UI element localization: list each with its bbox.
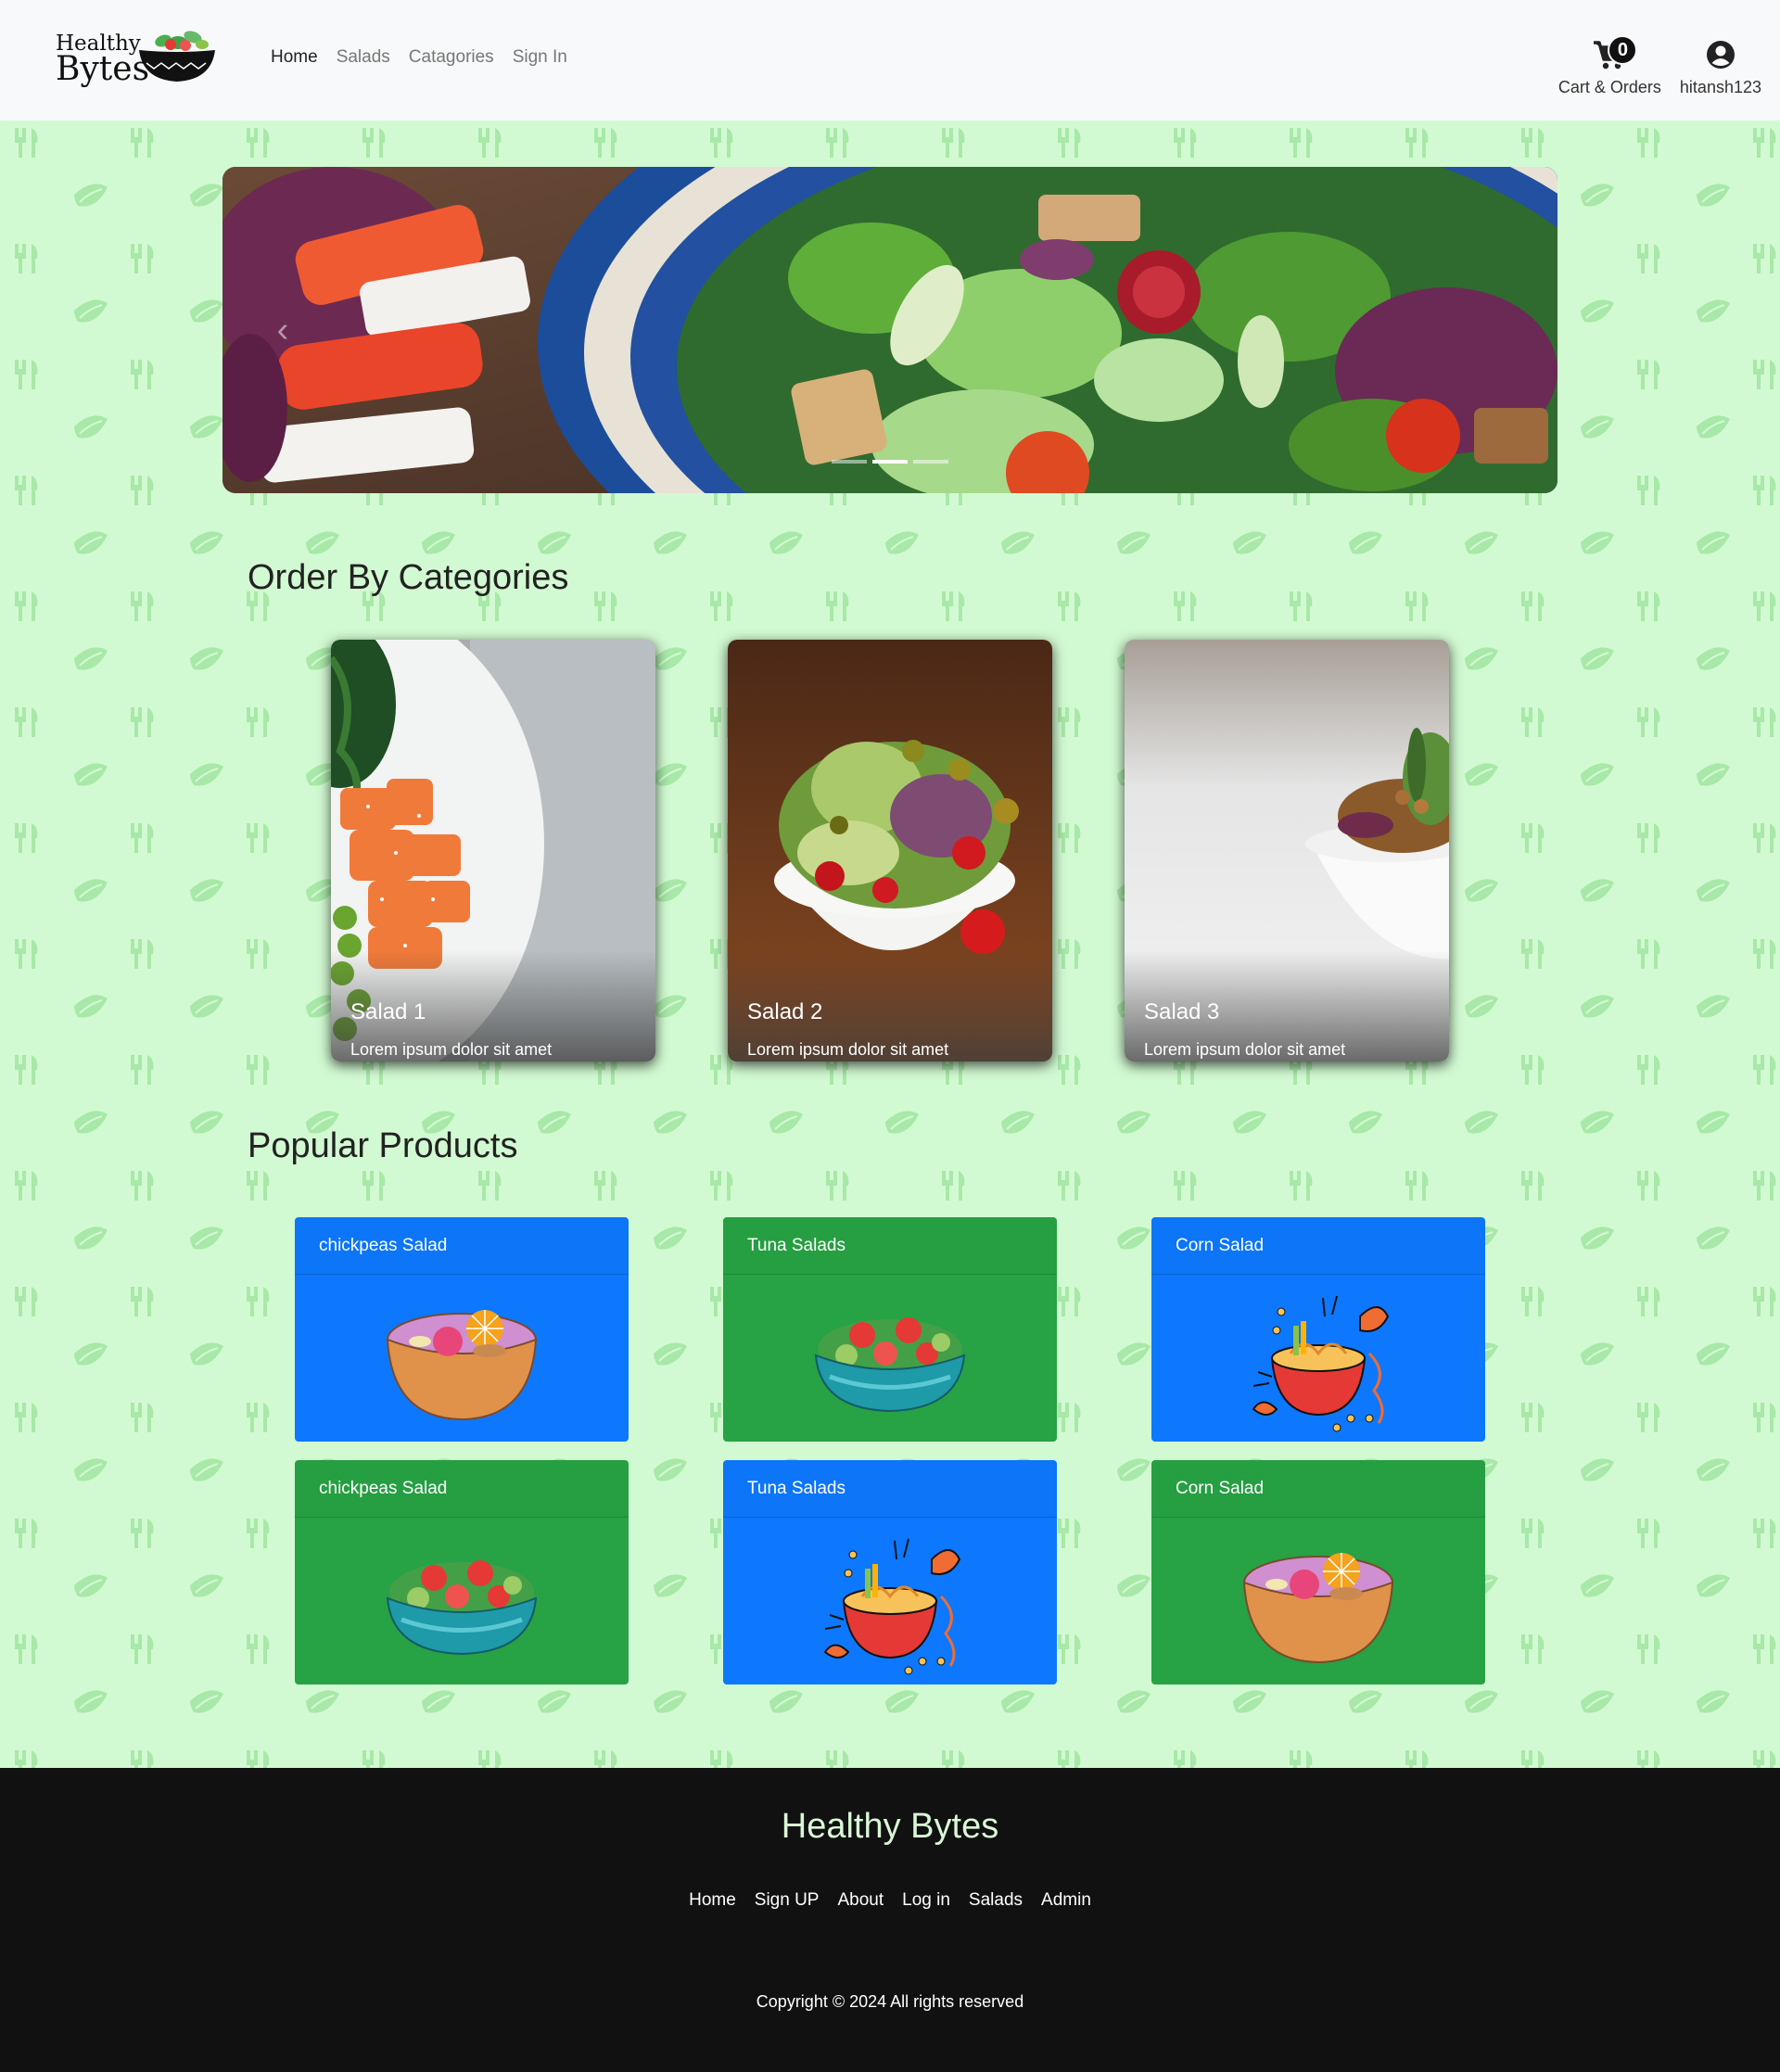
- footer-link-admin[interactable]: Admin: [1041, 1890, 1091, 1911]
- nav-link-home[interactable]: Home: [271, 47, 318, 68]
- carousel-indicator-2[interactable]: [872, 460, 908, 464]
- product-card-5-title: Tuna Salads: [723, 1460, 1057, 1518]
- product-card-6-title: Corn Salad: [1151, 1460, 1485, 1518]
- product-card-4[interactable]: chickpeas Salad: [295, 1460, 629, 1684]
- footer-link-log-in[interactable]: Log in: [902, 1890, 950, 1911]
- nav-link-sign-in[interactable]: Sign In: [513, 47, 567, 68]
- carousel-indicators: [832, 460, 948, 464]
- footer-link-home[interactable]: Home: [689, 1890, 736, 1911]
- carousel-prev-button[interactable]: ‹: [222, 167, 343, 493]
- salad-bowl-logo-icon: [139, 31, 215, 82]
- footer-links: Home Sign UP About Log in Salads Admin: [0, 1890, 1780, 1911]
- category-card-3-text: Lorem ipsum dolor sit amet: [1144, 1040, 1346, 1059]
- product-card-3-title: Corn Salad: [1151, 1217, 1485, 1275]
- carousel-indicator-1[interactable]: [832, 460, 867, 464]
- popular-products-title: Popular Products: [248, 1126, 518, 1165]
- category-card-3[interactable]: Salad 3 Lorem ipsum dolor sit amet: [1125, 640, 1449, 1061]
- product-card-4-title: chickpeas Salad: [295, 1460, 629, 1518]
- fruit-bowl-icon: [1242, 1553, 1394, 1664]
- footer-brand: Healthy Bytes: [781, 1807, 999, 1846]
- footer-link-about[interactable]: About: [837, 1890, 884, 1911]
- fruit-bowl-icon: [386, 1310, 538, 1421]
- footer-copyright: Copyright © 2024 All rights reserved: [756, 1992, 1024, 2011]
- navbar: Healthy Bytes Home Salads Catagories Sig…: [0, 0, 1780, 121]
- nav-links: Home Salads Catagories Sign In: [271, 47, 567, 68]
- category-card-1-title: Salad 1: [350, 999, 426, 1024]
- product-card-1[interactable]: chickpeas Salad: [295, 1217, 629, 1442]
- nav-link-salads[interactable]: Salads: [337, 47, 390, 68]
- salad-bowl-icon: [814, 1317, 966, 1413]
- cart-orders-button[interactable]: 0 Cart & Orders: [1558, 33, 1661, 97]
- chevron-left-icon: ‹: [276, 310, 289, 350]
- categories-title: Order By Categories: [248, 558, 569, 597]
- nav-actions: 0 Cart & Orders hitansh123: [1558, 33, 1761, 97]
- carousel-salad-image: [222, 167, 1558, 493]
- category-card-2[interactable]: Salad 2 Lorem ipsum dolor sit amet: [728, 640, 1052, 1061]
- product-card-5[interactable]: Tuna Salads: [723, 1460, 1057, 1684]
- carousel-next-button[interactable]: [1437, 167, 1558, 493]
- product-card-6[interactable]: Corn Salad: [1151, 1460, 1485, 1684]
- product-card-1-title: chickpeas Salad: [295, 1217, 629, 1275]
- category-card-2-text: Lorem ipsum dolor sit amet: [747, 1040, 949, 1059]
- cart-count-badge: 0: [1608, 35, 1638, 65]
- noodle-bowl-icon: [823, 1538, 961, 1675]
- hero-carousel[interactable]: ‹: [222, 167, 1558, 493]
- salad-bowl-icon: [386, 1560, 538, 1656]
- category-card-2-title: Salad 2: [747, 999, 823, 1024]
- noodle-bowl-icon: [1252, 1295, 1390, 1432]
- product-card-3[interactable]: Corn Salad: [1151, 1217, 1485, 1442]
- footer-link-sign-up[interactable]: Sign UP: [755, 1890, 820, 1911]
- category-card-3-title: Salad 3: [1144, 999, 1220, 1024]
- category-card-1[interactable]: Salad 1 Lorem ipsum dolor sit amet: [331, 640, 655, 1061]
- user-avatar-icon: [1706, 41, 1735, 69]
- brand-logo[interactable]: Healthy Bytes: [56, 26, 218, 91]
- cart-orders-label: Cart & Orders: [1558, 78, 1661, 96]
- footer-link-salads[interactable]: Salads: [969, 1890, 1023, 1911]
- carousel-indicator-3[interactable]: [913, 460, 948, 464]
- category-card-1-text: Lorem ipsum dolor sit amet: [350, 1040, 553, 1059]
- user-account-button[interactable]: hitansh123: [1680, 33, 1761, 97]
- footer: Healthy Bytes Home Sign UP About Log in …: [0, 1768, 1780, 2072]
- username-label: hitansh123: [1679, 78, 1761, 96]
- product-card-2-title: Tuna Salads: [723, 1217, 1057, 1275]
- nav-link-catagories[interactable]: Catagories: [409, 47, 494, 68]
- product-card-2[interactable]: Tuna Salads: [723, 1217, 1057, 1442]
